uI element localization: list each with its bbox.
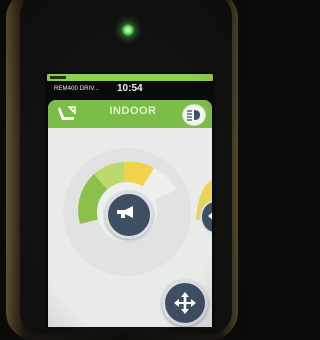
- mode-header: INDOOR: [48, 100, 212, 128]
- horn-button[interactable]: [105, 191, 153, 239]
- move-button[interactable]: [162, 280, 208, 326]
- lights-button[interactable]: [182, 104, 206, 126]
- move-arrows-icon: [174, 292, 196, 314]
- horn-icon: [117, 206, 133, 218]
- battery-bar: [47, 74, 213, 81]
- mode-title: INDOOR: [109, 105, 157, 117]
- power-led-indicator: [122, 24, 134, 36]
- drive-panel: INDOOR: [48, 100, 212, 327]
- battery-bar-marker: [50, 76, 66, 79]
- device-name: REM400 DRIV...: [54, 86, 100, 92]
- clock: 10:54: [117, 83, 143, 94]
- seat-recline-icon[interactable]: [56, 105, 78, 123]
- headlight-icon: [187, 110, 200, 121]
- arrow-left-icon: [208, 212, 212, 220]
- display-screen: REM400 DRIV... 10:54 INDOOR: [45, 72, 215, 327]
- drive-gauge-area: [48, 128, 212, 327]
- status-row: REM400 DRIV... 10:54: [51, 83, 211, 95]
